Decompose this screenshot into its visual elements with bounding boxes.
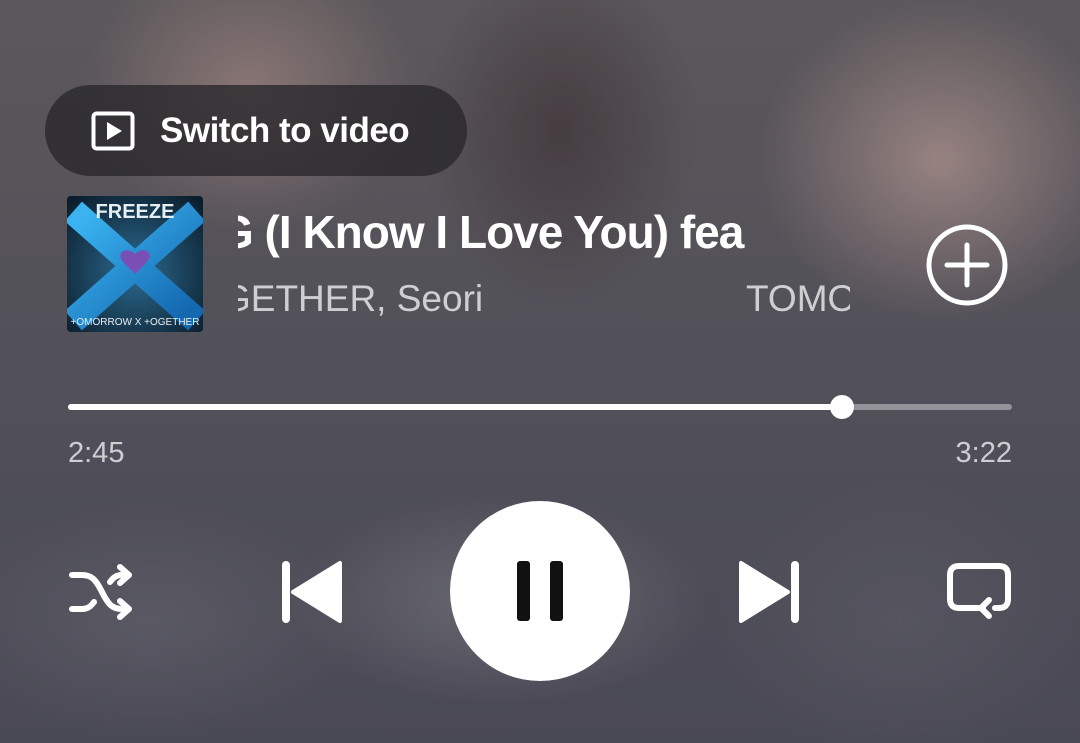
skip-previous-icon [282, 561, 342, 623]
track-artist-loop: TOMO [746, 278, 850, 319]
switch-to-video-label: Switch to video [160, 110, 410, 150]
album-art: FREEZE +OMORROW X +OGETHER [67, 196, 203, 332]
track-artist: GETHER, Seori [238, 278, 484, 319]
previous-button[interactable] [280, 559, 344, 625]
shuffle-button[interactable] [68, 562, 136, 622]
progress-fill [68, 404, 843, 410]
play-square-icon [91, 111, 135, 150]
total-time: 3:22 [955, 437, 1012, 469]
track-artist-marquee[interactable]: GETHER, Seori TOMO [238, 272, 850, 332]
repeat-icon [947, 563, 1011, 619]
add-circle-icon [926, 224, 1008, 306]
track-title-marquee: G (I Know I Love You) fea [238, 195, 850, 275]
track-title: G (I Know I Love You) fea [238, 206, 744, 258]
skip-next-icon [739, 561, 799, 623]
pause-icon [517, 561, 563, 621]
next-button[interactable] [737, 559, 801, 625]
album-cover-image: FREEZE +OMORROW X +OGETHER [67, 196, 203, 332]
elapsed-time: 2:45 [68, 437, 125, 469]
add-to-library-button[interactable] [925, 223, 1009, 307]
shuffle-icon [69, 564, 132, 620]
repeat-button[interactable] [945, 562, 1013, 622]
progress-bar[interactable] [68, 395, 1012, 419]
album-artist-text: +OMORROW X +OGETHER [71, 317, 200, 328]
album-title-text: FREEZE [96, 201, 175, 223]
switch-to-video-button[interactable]: Switch to video [45, 85, 467, 176]
pause-button[interactable] [450, 501, 630, 681]
progress-thumb[interactable] [830, 395, 855, 419]
